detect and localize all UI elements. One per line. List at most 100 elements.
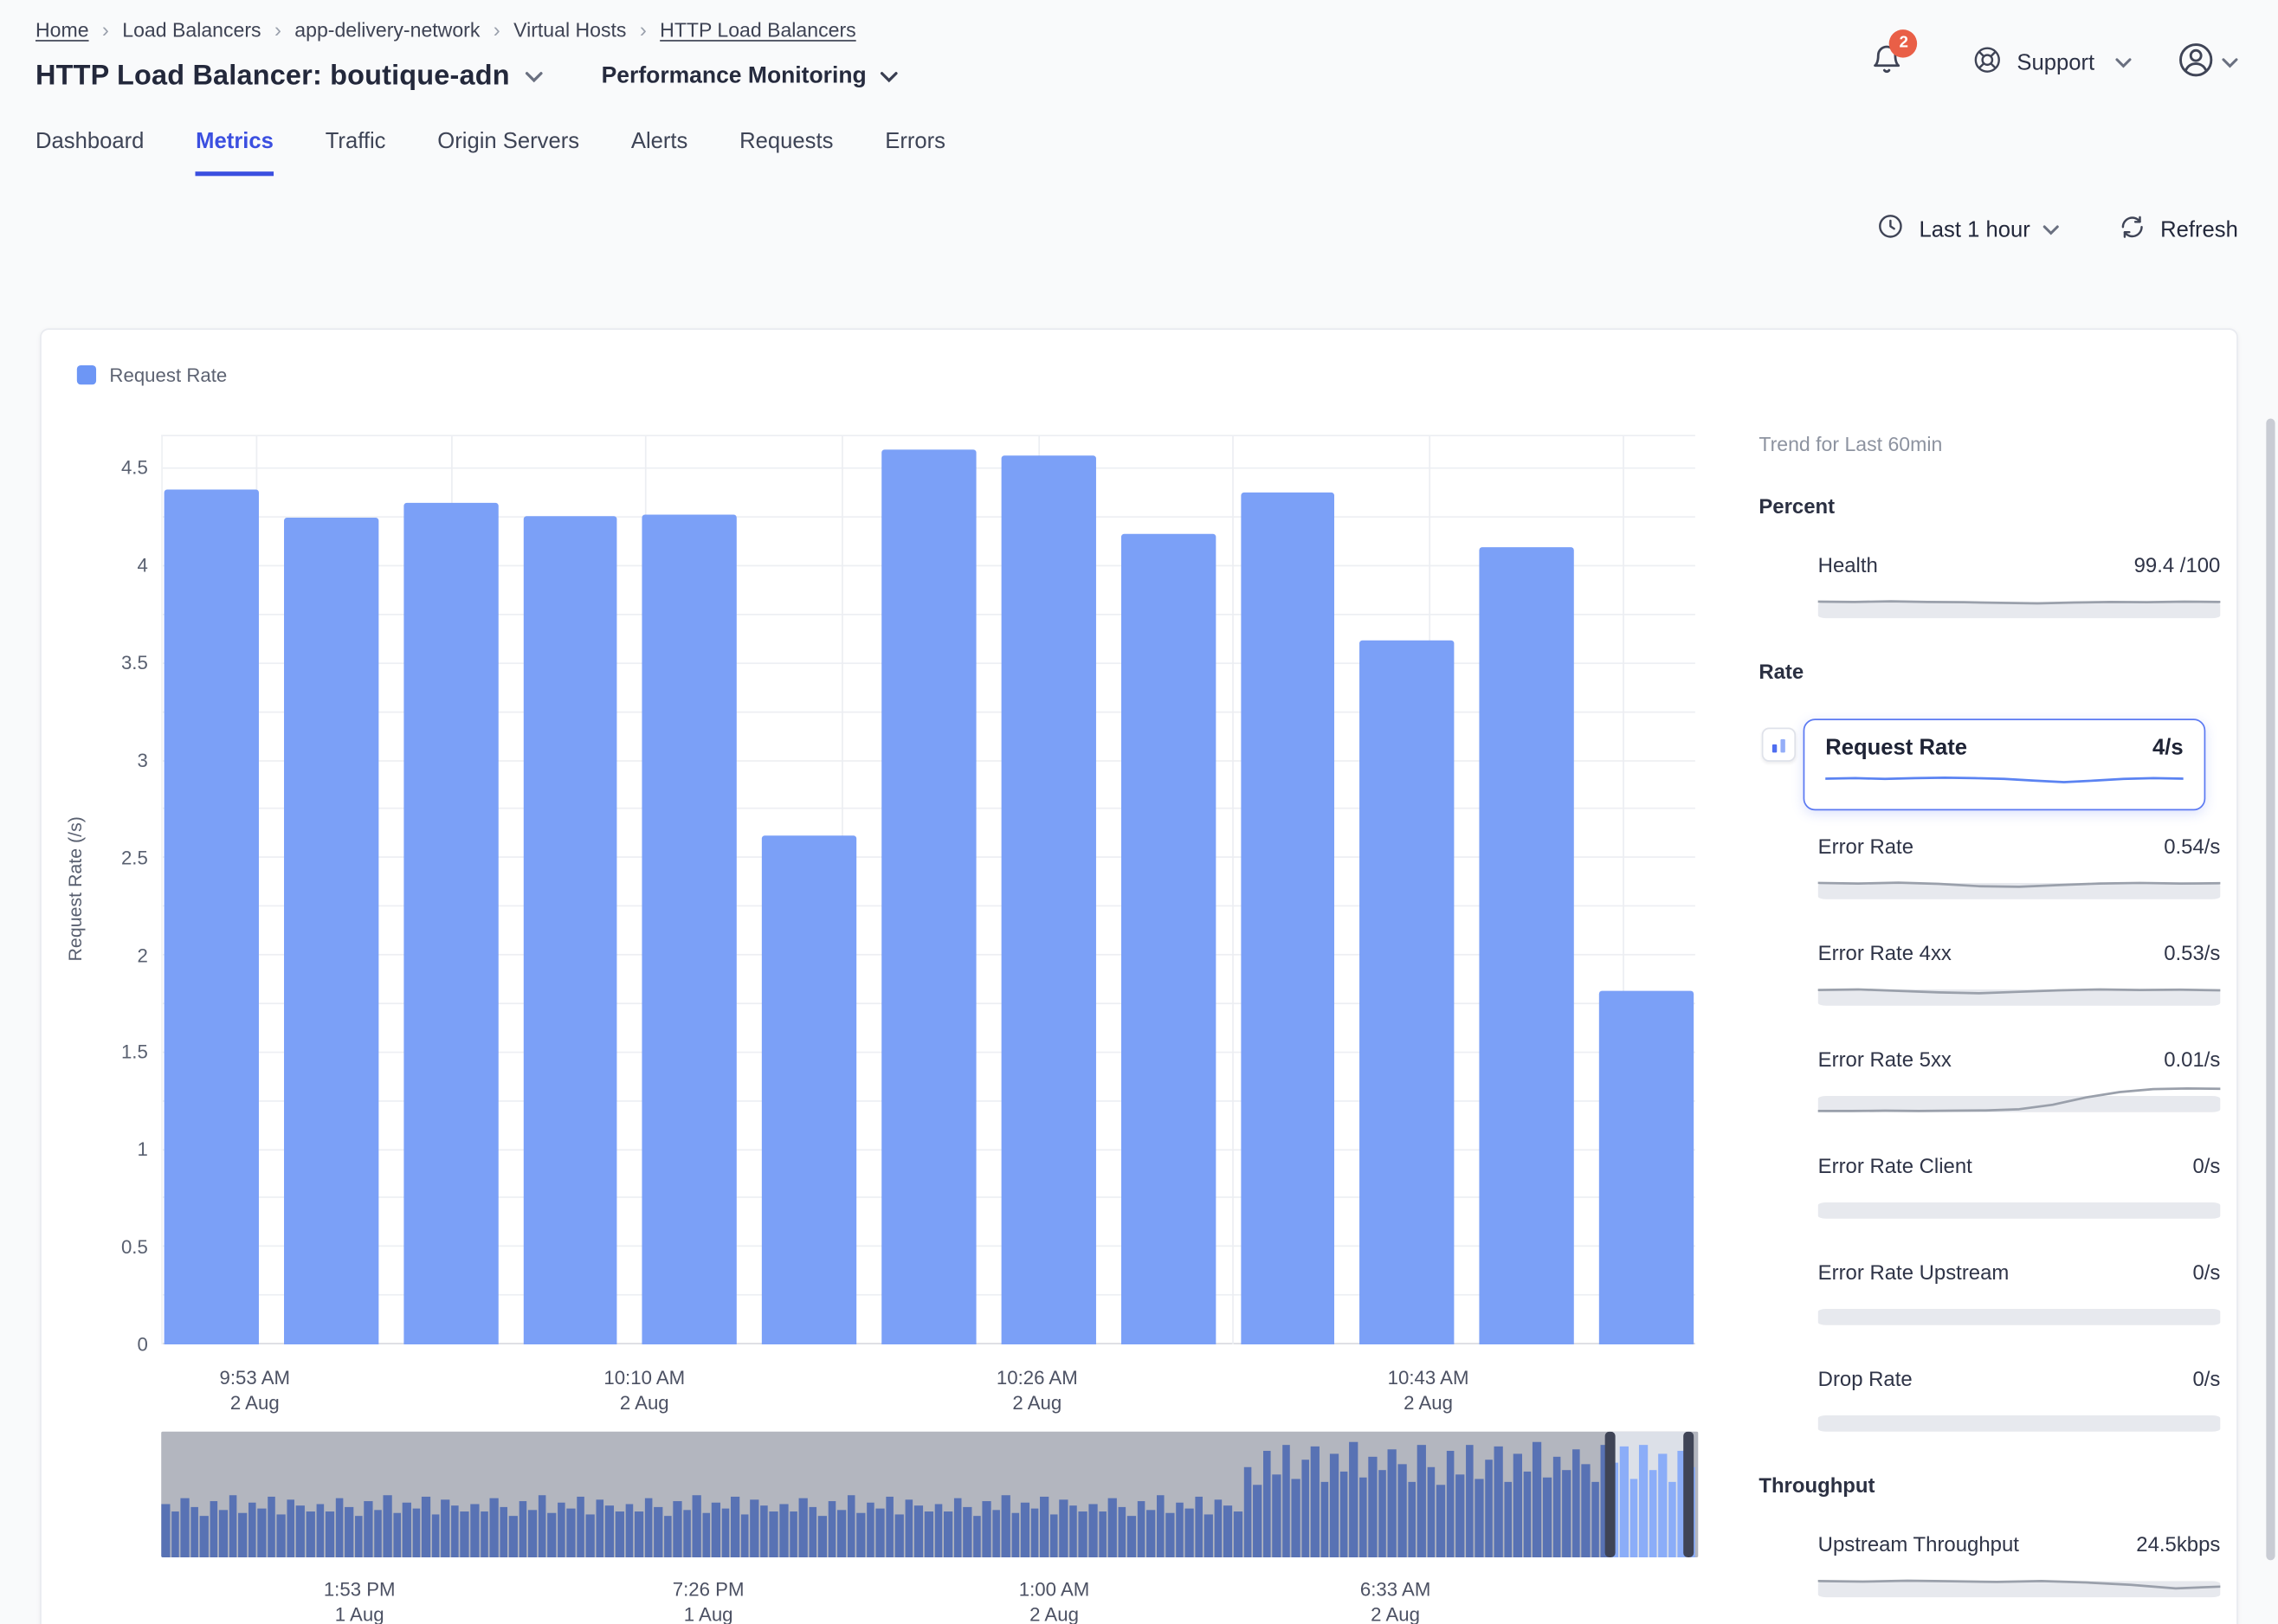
title-chevron-down-icon[interactable] xyxy=(525,71,543,83)
metric-row-drop-rate[interactable]: Drop Rate0/s xyxy=(1818,1367,2221,1435)
metric-value: 24.5kbps xyxy=(2136,1532,2220,1556)
brush-bar xyxy=(528,1510,536,1557)
brush-bar xyxy=(422,1497,429,1557)
tab-alerts[interactable]: Alerts xyxy=(631,129,688,177)
brush-bar xyxy=(1050,1515,1058,1557)
brush-bar xyxy=(944,1512,952,1557)
notifications-button[interactable]: 2 xyxy=(1870,42,1904,84)
brush-bar xyxy=(1108,1498,1116,1557)
brush-bar xyxy=(1427,1466,1435,1557)
request-rate-bar[interactable] xyxy=(762,835,856,1344)
request-rate-bar[interactable] xyxy=(1001,455,1095,1344)
brush-bar xyxy=(1455,1474,1463,1557)
timeline-brush[interactable] xyxy=(161,1432,1698,1557)
support-menu[interactable]: Support xyxy=(1972,44,2132,81)
refresh-button[interactable]: Refresh xyxy=(2119,212,2238,246)
y-axis-tick: 4 xyxy=(137,554,147,577)
brush-bar xyxy=(316,1505,324,1557)
brush-bar xyxy=(287,1499,294,1557)
metric-row-error-rate-5xx[interactable]: Error Rate 5xx0.01/s xyxy=(1818,1047,2221,1116)
brush-bar xyxy=(1620,1447,1628,1557)
selected-metric-card-wrap: Request Rate4/s xyxy=(1804,719,2221,810)
account-menu[interactable] xyxy=(2176,39,2238,87)
tab-dashboard[interactable]: Dashboard xyxy=(35,129,144,177)
metric-row-upstream-throughput[interactable]: Upstream Throughput24.5kbps xyxy=(1818,1532,2221,1601)
brush-bar xyxy=(847,1494,855,1557)
brush-bar xyxy=(345,1507,352,1557)
brush-bar xyxy=(770,1511,778,1557)
brush-bar xyxy=(326,1512,333,1557)
metric-row-error-rate[interactable]: Error Rate0.54/s xyxy=(1818,835,2221,903)
breadcrumb-item-home[interactable]: Home xyxy=(35,18,89,41)
metric-label: Error Rate 4xx xyxy=(1818,941,1952,964)
chart-legend[interactable]: Request Rate xyxy=(77,364,227,386)
tab-origin-servers[interactable]: Origin Servers xyxy=(437,129,579,177)
brush-handle[interactable] xyxy=(1683,1432,1694,1557)
brush-bar xyxy=(1088,1505,1096,1557)
brush-bar xyxy=(248,1502,256,1557)
request-rate-bar[interactable] xyxy=(881,450,976,1344)
metric-row-health[interactable]: Health99.4 /100 xyxy=(1818,553,2221,622)
brush-bar xyxy=(963,1507,971,1557)
brush-bar xyxy=(500,1507,507,1557)
brush-bar xyxy=(432,1515,440,1557)
time-range-selector[interactable]: Last 1 hour xyxy=(1876,211,2060,247)
brush-bar xyxy=(654,1507,661,1557)
sparkline xyxy=(1825,764,2183,796)
metric-row-error-rate-client[interactable]: Error Rate Client0/s xyxy=(1818,1154,2221,1222)
y-axis-tick: 0.5 xyxy=(121,1236,148,1259)
breadcrumb: Home›Load Balancers›app-delivery-network… xyxy=(35,15,898,42)
brush-axis-tick: 6:33 AM2 Aug xyxy=(1360,1576,1430,1624)
request-rate-bar[interactable] xyxy=(403,502,498,1344)
brush-bar xyxy=(1118,1507,1126,1557)
y-axis-tick: 3.5 xyxy=(121,652,148,674)
x-tick-date: 1 Aug xyxy=(673,1601,745,1624)
request-rate-bar[interactable] xyxy=(165,489,259,1344)
brush-bar xyxy=(258,1508,266,1557)
brush-bar xyxy=(1466,1444,1474,1557)
chevron-down-icon xyxy=(2043,224,2060,235)
scrollbar-thumb[interactable] xyxy=(2266,418,2275,1560)
x-tick-date: 2 Aug xyxy=(220,1390,290,1415)
metric-label: Error Rate 5xx xyxy=(1818,1047,1952,1071)
brush-bar xyxy=(973,1516,981,1557)
brush-bar xyxy=(1301,1460,1309,1557)
brush-handle[interactable] xyxy=(1604,1432,1615,1557)
x-tick-time: 10:43 AM xyxy=(1388,1365,1469,1390)
brush-bar xyxy=(461,1511,468,1557)
tab-traffic[interactable]: Traffic xyxy=(326,129,386,177)
view-selector[interactable]: Performance Monitoring xyxy=(602,63,898,90)
request-rate-bar[interactable] xyxy=(642,514,737,1344)
request-rate-bar[interactable] xyxy=(1360,641,1455,1344)
brush-bar xyxy=(268,1497,275,1557)
tab-errors[interactable]: Errors xyxy=(885,129,945,177)
tab-requests[interactable]: Requests xyxy=(739,129,833,177)
metric-row-error-rate-upstream[interactable]: Error Rate Upstream0/s xyxy=(1818,1260,2221,1329)
chevron-down-icon xyxy=(2115,58,2132,68)
sparkline xyxy=(1818,1396,2221,1434)
request-rate-bar[interactable] xyxy=(1241,493,1335,1344)
x-tick-time: 1:53 PM xyxy=(324,1576,396,1601)
x-axis-tick: 10:43 AM2 Aug xyxy=(1388,1365,1469,1415)
request-rate-bar[interactable] xyxy=(523,516,617,1344)
support-label: Support xyxy=(2017,50,2094,75)
request-rate-bar[interactable] xyxy=(1121,533,1216,1344)
brush-bar xyxy=(1446,1451,1454,1557)
brush-bar xyxy=(1069,1505,1077,1557)
metric-row-error-rate-4xx[interactable]: Error Rate 4xx0.53/s xyxy=(1818,941,2221,1009)
request-rate-bar[interactable] xyxy=(1480,547,1574,1344)
request-rate-bar[interactable] xyxy=(1599,990,1694,1344)
brush-bar xyxy=(577,1497,584,1557)
breadcrumb-item-http-load-balancers[interactable]: HTTP Load Balancers xyxy=(660,18,856,41)
tab-metrics[interactable]: Metrics xyxy=(196,129,274,177)
app-stage: Home›Load Balancers›app-delivery-network… xyxy=(0,0,2278,1624)
brush-bar xyxy=(876,1508,884,1557)
brush-bar xyxy=(1185,1508,1193,1557)
brush-bar xyxy=(1562,1469,1570,1557)
metric-value: 99.4 /100 xyxy=(2134,553,2221,577)
brush-bar xyxy=(721,1508,729,1557)
request-rate-bar[interactable] xyxy=(284,518,378,1344)
metric-row-request-rate[interactable]: Request Rate4/s xyxy=(1804,719,2206,810)
brush-bar xyxy=(1350,1441,1358,1557)
brush-bar xyxy=(1543,1477,1551,1557)
